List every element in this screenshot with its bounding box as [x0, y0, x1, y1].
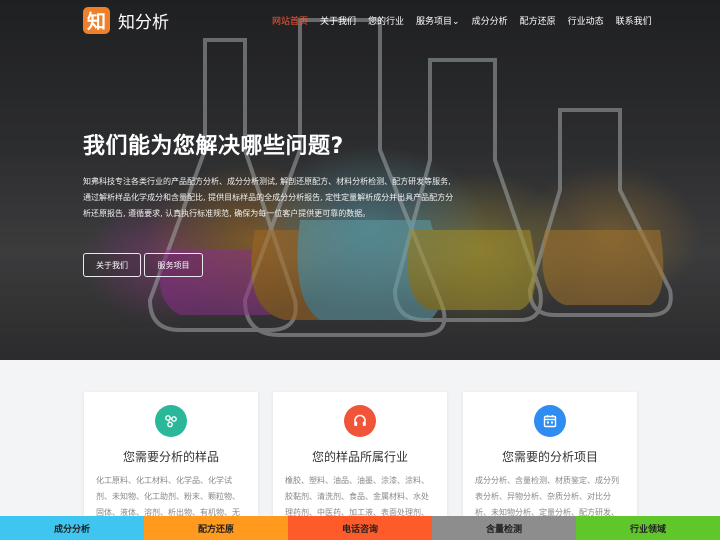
nav-item-industry[interactable]: 您的行业: [368, 14, 404, 27]
card-title: 您需要的分析项目: [501, 450, 598, 464]
nav-item-news[interactable]: 行业动态: [568, 14, 604, 27]
logo-mark: 知: [83, 7, 110, 34]
top-navigation: 知 知分析 网站首页 关于我们 您的行业 服务项目⌄ 成分分析 配方还原 行业动…: [0, 0, 720, 40]
services-button[interactable]: 服务项目: [144, 253, 203, 277]
hero-title: 我们能为您解决哪些问题?: [83, 134, 344, 159]
quick-link-industry[interactable]: 行业领域: [576, 516, 720, 540]
molecule-icon: [155, 405, 187, 437]
nav-item-composition[interactable]: 成分分析: [472, 14, 508, 27]
bottom-quick-bar: 成分分析 配方还原 电话咨询 含量检测 行业领域: [0, 516, 720, 540]
quick-link-formula[interactable]: 配方还原: [144, 516, 288, 540]
main-menu: 网站首页 关于我们 您的行业 服务项目⌄ 成分分析 配方还原 行业动态 联系我们: [272, 14, 664, 27]
nav-item-formula[interactable]: 配方还原: [520, 14, 556, 27]
headset-icon: [344, 405, 376, 437]
hero-banner: 知 知分析 网站首页 关于我们 您的行业 服务项目⌄ 成分分析 配方还原 行业动…: [0, 0, 720, 360]
nav-item-services[interactable]: 服务项目⌄: [416, 14, 460, 27]
quick-link-composition[interactable]: 成分分析: [0, 516, 144, 540]
hero-description: 知弗科技专注各类行业的产品配方分析、成分分析测试, 解剖还原配方、材料分析检测、…: [83, 177, 454, 218]
about-button[interactable]: 关于我们: [83, 253, 141, 277]
quick-link-content-test[interactable]: 含量检测: [432, 516, 576, 540]
site-logo[interactable]: 知 知分析: [83, 7, 169, 34]
nav-item-home[interactable]: 网站首页: [272, 14, 308, 27]
card-title: 您的样品所属行业: [311, 450, 408, 464]
services-overview: 您需要分析的样品 化工原料、化工材料、化学品、化学试剂、未知物、化工助剂、粉末、…: [0, 360, 720, 540]
logo-text: 知分析: [118, 13, 169, 33]
quick-link-phone[interactable]: 电话咨询: [288, 516, 432, 540]
nav-item-about[interactable]: 关于我们: [320, 14, 356, 27]
nav-item-contact[interactable]: 联系我们: [616, 14, 652, 27]
calendar-icon: [534, 405, 566, 437]
card-title: 您需要分析的样品: [122, 450, 219, 464]
